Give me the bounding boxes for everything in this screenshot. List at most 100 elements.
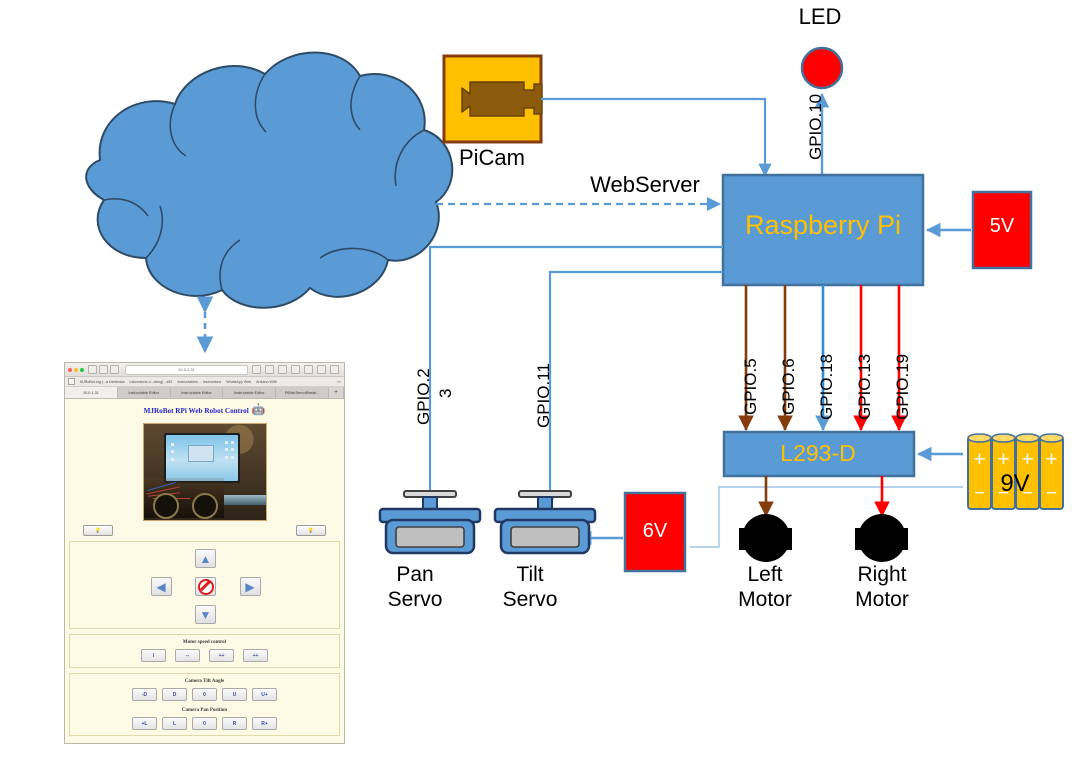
wire-rpi-pan-servo xyxy=(423,245,723,506)
maximize-icon[interactable] xyxy=(80,367,84,372)
raspberry-pi-label: Raspberry Pi xyxy=(744,210,902,240)
led-right-button[interactable]: 💡 xyxy=(296,525,326,536)
gpio-label-tilt-servo: GPIO.11 xyxy=(534,363,553,428)
gpio-label-pan-servo-wrap: 3 xyxy=(436,388,455,398)
gpio-label-l293d-1: GPIO.5 xyxy=(741,358,760,415)
battery-minus-2: − xyxy=(997,483,1010,504)
pan-button-1[interactable]: L xyxy=(162,717,187,730)
tilt-button-3[interactable]: U xyxy=(222,688,247,701)
gpio-label-l293d-4: GPIO.13 xyxy=(855,353,874,420)
dpad-control: ▲ ◀ ▶ ▼ xyxy=(70,547,339,624)
l293d-label: L293-D xyxy=(780,440,856,466)
dpad-stop-button[interactable] xyxy=(195,577,216,596)
wire-rpi-tilt-servo xyxy=(543,270,723,506)
bookmarks-overflow-icon[interactable]: >> xyxy=(337,380,341,384)
led-label: LED xyxy=(798,4,842,29)
tilt-servo xyxy=(493,490,597,555)
dpad-left-button[interactable]: ◀ xyxy=(150,577,172,596)
gpio-label-led: GPIO.10 xyxy=(806,93,825,160)
tab-1[interactable]: Instructable Editor xyxy=(117,387,171,398)
tab-4[interactable]: PiBits/ServoBlaste... xyxy=(276,387,329,398)
pan-button-4[interactable]: R+ xyxy=(252,717,277,730)
dpad-right-button[interactable]: ▶ xyxy=(239,577,261,596)
right-motor-caption: Right Motor xyxy=(832,562,932,612)
camera-stream-wrapper xyxy=(65,423,344,521)
camera-stream-image xyxy=(142,423,267,521)
camera-tilt-title: Camera Tilt Angle xyxy=(184,679,225,684)
picam-label: PiCam xyxy=(458,145,525,170)
address-bar[interactable]: 10.0.1.31 xyxy=(125,364,248,375)
back-button[interactable] xyxy=(88,365,97,374)
gpio-label-l293d-2: GPIO.6 xyxy=(779,358,798,415)
tab-bar[interactable]: 10.0.1.31 Instructable Editor Instructab… xyxy=(65,387,344,399)
pan-button-2[interactable]: 0 xyxy=(192,717,217,730)
download-icon[interactable] xyxy=(317,365,326,374)
cloud-icon[interactable] xyxy=(265,365,274,374)
gpio-label-pan-servo: GPIO.2 xyxy=(414,368,433,425)
dpad-panel: ▲ ◀ ▶ ▼ xyxy=(69,541,340,629)
right-motor-line1: Right xyxy=(857,563,907,586)
minimize-icon[interactable] xyxy=(74,367,78,372)
camera-pan-buttons[interactable]: +L L 0 R R+ xyxy=(70,717,339,730)
tilt-button-2[interactable]: 0 xyxy=(192,688,217,701)
pan-servo-line2: Servo xyxy=(387,588,443,611)
motor-speed-buttons[interactable]: I -- ++ ++ xyxy=(70,649,339,662)
speed-button-0[interactable]: I xyxy=(141,649,166,662)
tilt-button-4[interactable]: U+ xyxy=(252,688,277,701)
battery-minus-1: − xyxy=(973,483,986,504)
bookmark-item[interactable]: Instructables ... Instructions xyxy=(177,380,221,384)
gpio-label-l293d-5: GPIO.19 xyxy=(893,353,912,420)
bookmarks-bar[interactable]: MJRoBot.org |...a eletrônica Laboratorio… xyxy=(65,377,344,387)
camera-tilt-buttons[interactable]: -D D 0 U U+ xyxy=(70,688,339,701)
tilt-servo-caption: Tilt Servo xyxy=(480,562,580,612)
dpad-up-button[interactable]: ▲ xyxy=(195,549,216,568)
camera-pan-title: Camera Pan Position xyxy=(181,708,228,713)
speed-button-1[interactable]: -- xyxy=(175,649,200,662)
battery-plus-2: + xyxy=(997,448,1010,471)
right-motor xyxy=(855,514,908,562)
led-left-button[interactable]: 💡 xyxy=(83,525,113,536)
lock-icon[interactable] xyxy=(278,365,287,374)
tab-3[interactable]: Instructable Editor xyxy=(223,387,277,398)
battery-minus-4: − xyxy=(1045,483,1058,504)
forward-button[interactable] xyxy=(99,365,108,374)
motor-speed-title: Motor speed control xyxy=(182,640,227,645)
left-motor-line2: Motor xyxy=(738,588,792,611)
chrome-toolbar-icons[interactable] xyxy=(252,365,341,374)
close-icon[interactable] xyxy=(68,367,72,372)
tilt-button-0[interactable]: -D xyxy=(132,688,157,701)
left-motor xyxy=(739,514,792,562)
pan-servo xyxy=(378,490,482,555)
pan-button-3[interactable]: R xyxy=(222,717,247,730)
reader-icon[interactable] xyxy=(291,365,300,374)
tab-2[interactable]: Instructable Editor xyxy=(170,387,224,398)
history-icon[interactable] xyxy=(304,365,313,374)
pan-button-0[interactable]: +L xyxy=(132,717,157,730)
tilt-button-1[interactable]: D xyxy=(162,688,187,701)
dpad-down-button[interactable]: ▼ xyxy=(195,605,216,624)
browser-chrome: 10.0.1.31 xyxy=(65,363,344,377)
browser-window[interactable]: 10.0.1.31 MJRoBot.org |...a eletrônica L… xyxy=(64,362,345,744)
gpio-label-l293d-3: GPIO.18 xyxy=(817,353,836,420)
new-tab-button[interactable]: + xyxy=(328,387,344,398)
bookmark-item[interactable]: MJRoBot.org |...a eletrônica xyxy=(80,380,124,384)
wire-9v-6v xyxy=(690,486,963,548)
tab-0[interactable]: 10.0.1.31 xyxy=(65,387,118,398)
robot-icon: 🤖 xyxy=(251,404,266,416)
window-controls[interactable] xyxy=(68,367,84,372)
left-motor-line1: Left xyxy=(747,563,783,586)
diagram-canvas: LED PiCam WebServer Raspberry Pi L293-D … xyxy=(0,0,1078,770)
speed-button-2[interactable]: ++ xyxy=(209,649,234,662)
reload-icon[interactable] xyxy=(252,365,261,374)
bookmark-item[interactable]: WhatsApp Web xyxy=(226,380,251,384)
picam-block xyxy=(442,54,543,144)
bookmark-item[interactable]: Arduino WIKI xyxy=(256,380,277,384)
bookmark-item[interactable]: Laboratorio d...cking) - #42 xyxy=(129,380,172,384)
page-title-text: MJRoBot RPi Web Robot Control xyxy=(143,406,249,415)
led-button-row[interactable]: 💡 💡 xyxy=(65,521,344,536)
bookmarks-grid-icon[interactable] xyxy=(68,378,75,385)
page-title: MJRoBot RPi Web Robot Control 🤖 xyxy=(65,405,344,416)
share-icon[interactable] xyxy=(330,365,339,374)
speed-button-3[interactable]: ++ xyxy=(243,649,268,662)
sidebar-toggle-icon[interactable] xyxy=(110,365,119,374)
